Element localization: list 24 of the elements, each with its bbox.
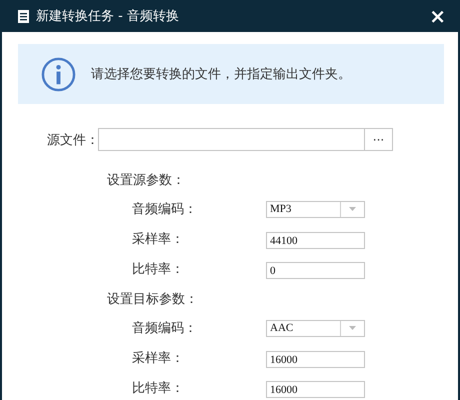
field-label: 比特率： — [132, 380, 185, 397]
field-label: 音频编码： — [132, 201, 198, 218]
dropdown[interactable]: MP3 — [266, 200, 365, 218]
field-label: 比特率： — [132, 261, 185, 278]
close-button[interactable]: × — [425, 6, 450, 26]
field-label: 采样率： — [132, 231, 185, 248]
source-file-field[interactable] — [98, 128, 364, 151]
field-label: 采样率： — [132, 350, 185, 367]
field-label: 音频编码： — [132, 320, 198, 337]
caret-icon — [349, 326, 356, 330]
document-icon — [18, 10, 29, 22]
caret-icon — [349, 207, 356, 211]
dropdown[interactable]: AAC — [266, 320, 365, 336]
section-heading: 设置源参数： — [107, 172, 185, 188]
browse-button[interactable]: ··· — [364, 128, 393, 151]
field-label: 源文件： — [47, 132, 98, 148]
info-message: 请选择您要转换的文件，并指定输出文件夹。 — [91, 66, 351, 83]
window-title: 新建转换任务 - 音频转换 — [36, 8, 180, 25]
info-icon — [41, 56, 76, 92]
input-field[interactable]: 16000 — [266, 351, 365, 368]
section-heading: 设置目标参数： — [107, 290, 198, 308]
input-field[interactable]: 44100 — [266, 232, 365, 250]
input-field[interactable]: 16000 — [266, 381, 365, 398]
input-field[interactable]: 0 — [266, 262, 365, 280]
